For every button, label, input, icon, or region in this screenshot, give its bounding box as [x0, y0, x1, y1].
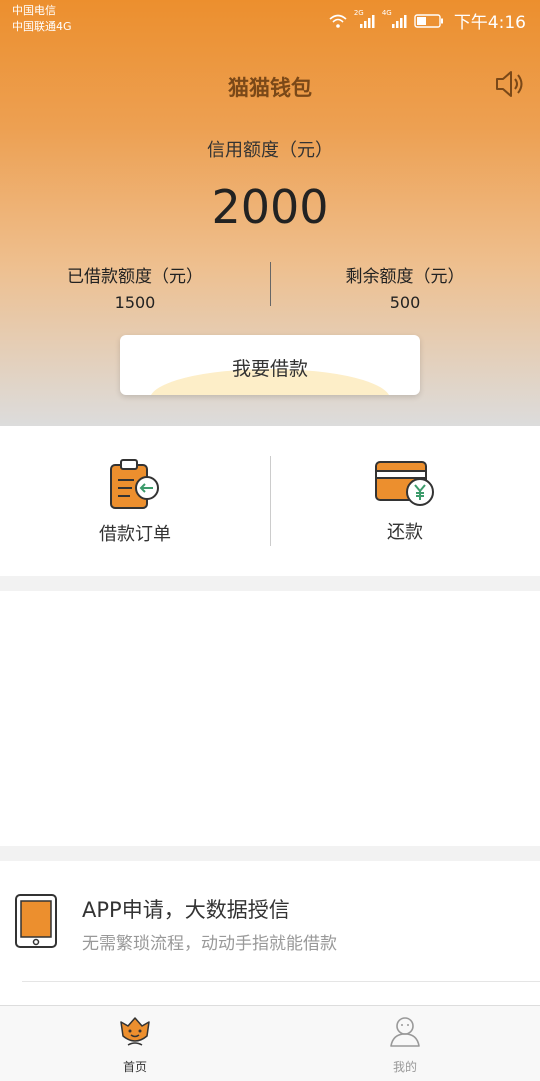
promo-subtitle: 无需繁琐流程，动动手指就能借款 [82, 934, 337, 954]
wifi-icon [329, 14, 347, 28]
remaining-amount: 剩余额度（元） 500 [270, 262, 540, 312]
header-banner: 中国电信 中国联通4G 2G 4G 下午4:16 猫猫钱包 信用额度（元） 20… [0, 0, 540, 426]
battery-icon [414, 13, 443, 28]
repay-label: 还款 [387, 522, 423, 543]
app-title: 猫猫钱包 [228, 76, 312, 100]
clipboard-return-icon [110, 459, 159, 509]
bottom-tab-bar: 首页 我的 [0, 1005, 540, 1081]
repay-button[interactable]: 还款 [270, 426, 540, 576]
borrow-button[interactable]: 我要借款 [120, 335, 420, 395]
card-yen-icon [375, 461, 434, 506]
remaining-label: 剩余额度（元） [345, 267, 465, 287]
carrier-2: 中国联通4G [12, 20, 72, 33]
tab-home[interactable]: 首页 [0, 1006, 270, 1081]
signal-icon: 4G [382, 9, 408, 29]
tab-me-label: 我的 [392, 1060, 417, 1074]
status-time: 下午4:16 [453, 13, 526, 33]
carrier-1: 中国电信 [12, 4, 56, 17]
credit-limit-label: 信用额度（元） [207, 140, 333, 161]
loan-orders-label: 借款订单 [99, 524, 171, 545]
status-bar-carriers: 中国电信 中国联通4G [12, 3, 72, 35]
speaker-icon[interactable] [494, 68, 526, 100]
borrowed-value: 1500 [114, 293, 156, 312]
promo-title: APP申请，大数据授信 [82, 898, 290, 922]
tulip-face-icon [120, 1017, 150, 1046]
tablet-icon [15, 894, 57, 948]
status-bar-indicators: 2G 4G 下午4:16 [328, 8, 526, 33]
borrowed-amount: 已借款额度（元） 1500 [0, 262, 270, 312]
borrow-button-label: 我要借款 [231, 358, 308, 380]
loan-orders-button[interactable]: 借款订单 [0, 426, 270, 576]
content-area [0, 591, 540, 846]
tab-home-label: 首页 [122, 1060, 147, 1074]
credit-limit-value: 2000 [211, 180, 329, 234]
remaining-value: 500 [389, 293, 421, 312]
quick-actions: 借款订单 还款 [0, 426, 540, 576]
user-icon [390, 1017, 420, 1047]
divider [22, 981, 540, 982]
promo-card: APP申请，大数据授信 无需繁琐流程，动动手指就能借款 [0, 861, 540, 1005]
borrowed-label: 已借款额度（元） [67, 267, 203, 287]
tab-me[interactable]: 我的 [270, 1006, 540, 1081]
signal-icon: 2G [354, 9, 376, 29]
